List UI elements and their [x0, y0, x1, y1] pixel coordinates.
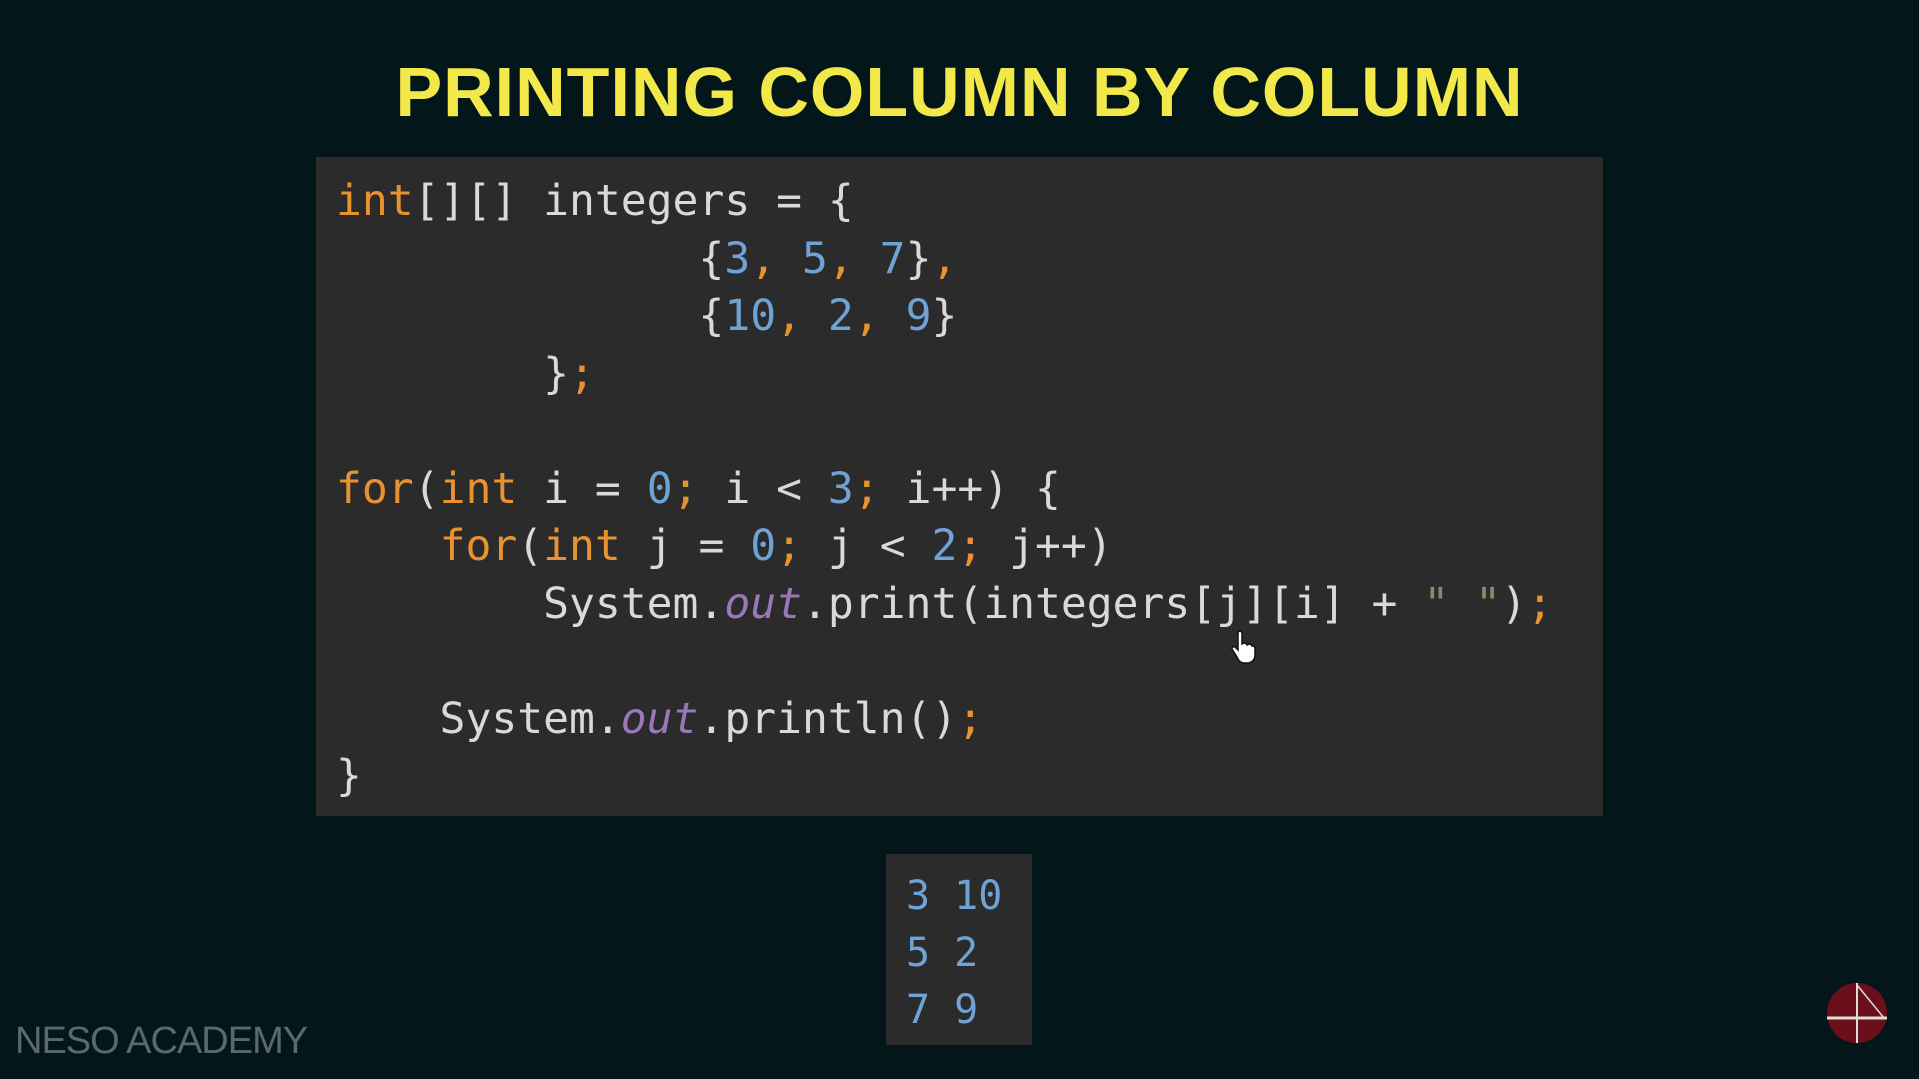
code-token: " ": [1423, 578, 1501, 629]
code-token: 2: [931, 521, 958, 571]
code-line: for(int i = 0; i < 3; i++) {: [336, 461, 1553, 519]
code-token: ;: [1526, 578, 1553, 629]
code-token: (: [517, 521, 544, 571]
code-line: System.out.print(integers[j][i] + " ");: [336, 576, 1553, 634]
code-token: ;: [957, 693, 984, 744]
code-token: System.: [336, 693, 621, 744]
code-token: ;: [776, 521, 803, 571]
code-token: 7: [879, 233, 906, 284]
code-token: j++): [983, 521, 1113, 571]
code-line: }: [336, 748, 1553, 806]
code-token: }: [905, 233, 932, 284]
code-token: i <: [698, 463, 828, 514]
code-token: 3: [724, 233, 751, 284]
code-line: System.out.println();: [336, 691, 1553, 749]
code-token: ,: [750, 233, 777, 284]
brand-watermark: NESO ACADEMY: [15, 1020, 308, 1062]
code-token: {: [336, 233, 725, 284]
code-token: }: [336, 751, 362, 801]
code-token: out: [724, 578, 802, 629]
code-token: [][] integers = {: [413, 176, 854, 226]
code-token: 3: [827, 463, 854, 514]
neso-academy-logo-icon: [1827, 983, 1887, 1043]
code-token: }: [336, 348, 569, 399]
code-token: ,: [776, 291, 802, 341]
code-token: .print(integers[j][i] +: [802, 578, 1424, 629]
code-token: {: [336, 291, 725, 341]
code-block: int[][] integers = { {3, 5, 7}, {10, 2, …: [336, 173, 1553, 806]
code-token: (: [413, 463, 440, 514]
code-token: }: [931, 291, 958, 341]
output-line: 3 10: [906, 873, 1003, 919]
hand-pointer-icon: [1231, 630, 1256, 664]
code-token: 0: [646, 463, 673, 514]
code-token: ;: [957, 521, 984, 571]
code-token: for: [336, 463, 414, 514]
code-token: .println(): [698, 693, 958, 744]
code-token: ;: [569, 348, 595, 399]
code-token: ;: [853, 463, 880, 514]
code-token: ): [1501, 578, 1527, 629]
code-token: int: [336, 176, 414, 226]
output-block: 3 10 5 2 7 9: [906, 868, 1002, 1039]
code-token: ,: [853, 291, 880, 341]
code-line: for(int j = 0; j < 2; j++): [336, 518, 1553, 576]
code-token: ,: [931, 233, 958, 284]
code-panel: int[][] integers = { {3, 5, 7}, {10, 2, …: [316, 157, 1603, 816]
code-token: ,: [827, 233, 854, 284]
code-token: int: [439, 463, 518, 514]
slide-title: PRINTING COLUMN BY COLUMN: [395, 53, 1524, 131]
code-token: 5: [802, 233, 828, 284]
code-token: i++) {: [879, 463, 1061, 514]
code-token: j <: [802, 521, 932, 571]
output-line: 5 2: [906, 930, 979, 976]
output-line: 7 9: [906, 987, 979, 1033]
code-line: int[][] integers = {: [336, 173, 1553, 231]
code-token: System.: [336, 578, 725, 629]
code-token: j =: [620, 521, 751, 571]
code-token: for: [439, 521, 518, 571]
code-token: ;: [672, 463, 699, 514]
code-token: int: [543, 521, 621, 571]
code-token: 10: [724, 291, 777, 341]
code-token: 9: [905, 291, 932, 341]
code-line: };: [336, 346, 1553, 404]
code-token: 0: [750, 521, 777, 571]
code-token: 2: [827, 291, 854, 341]
code-line: {10, 2, 9}: [336, 288, 1553, 346]
output-panel: 3 10 5 2 7 9: [886, 854, 1032, 1045]
code-line: {3, 5, 7},: [336, 231, 1553, 289]
code-token: out: [620, 693, 699, 744]
code-token: i =: [517, 463, 647, 514]
